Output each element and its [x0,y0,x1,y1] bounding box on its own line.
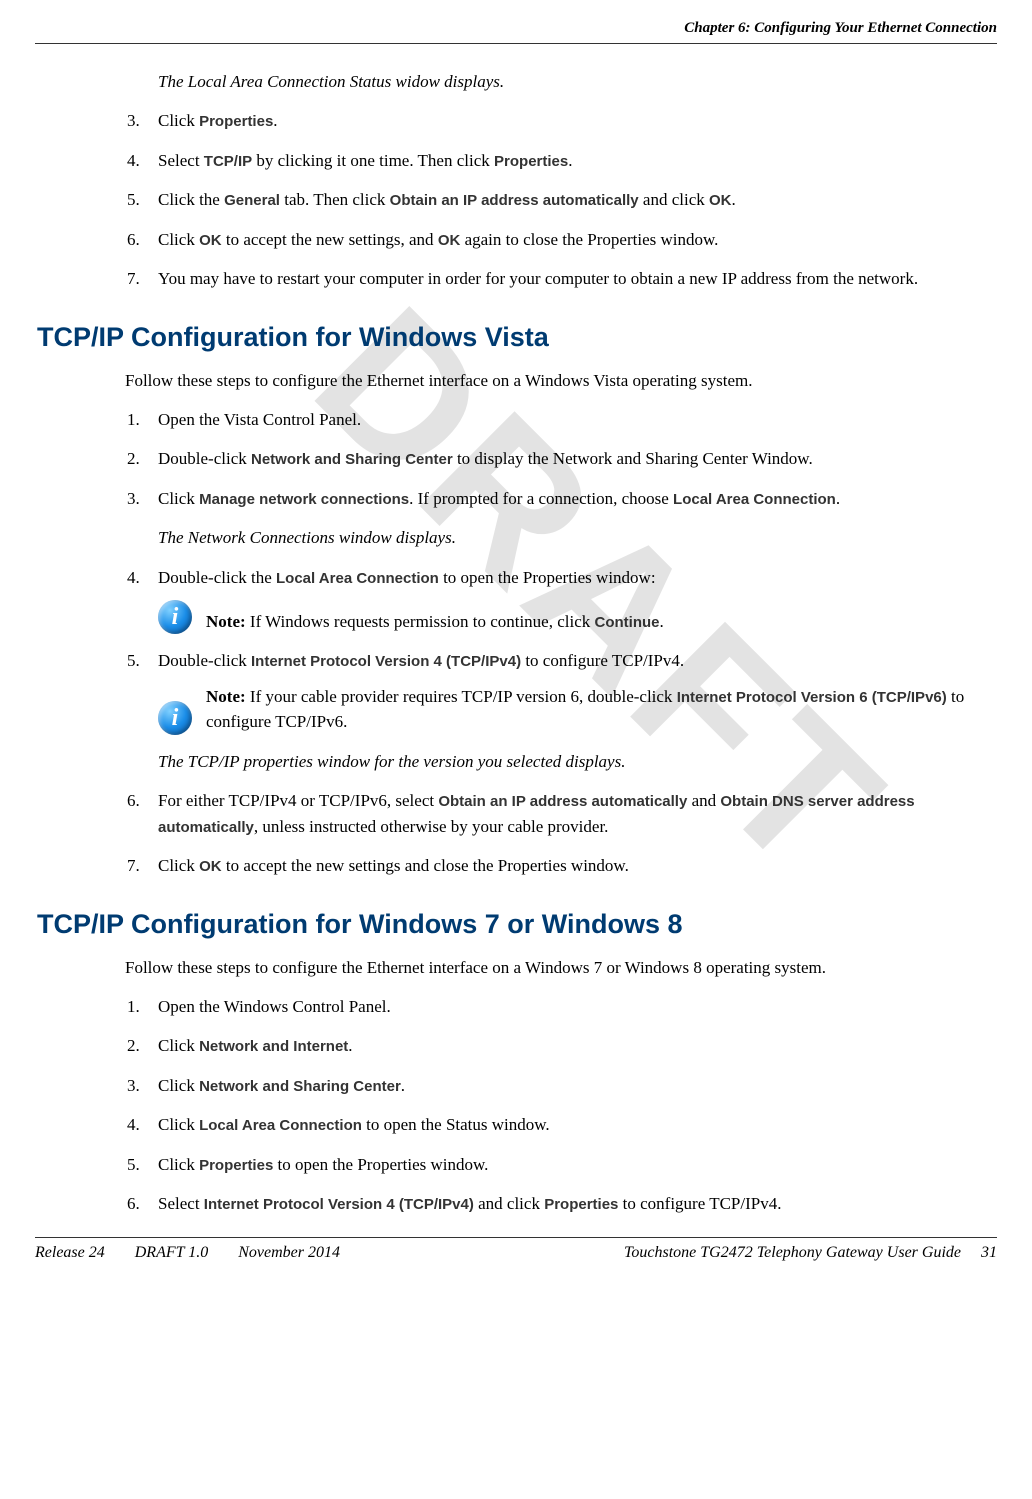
section3-steps: 1. Open the Windows Control Panel. 2. Cl… [125,994,987,1217]
step-item: 5. Click Properties to open the Properti… [158,1152,987,1178]
note-block: i Note: If your cable provider requires … [158,684,987,735]
info-icon: i [158,600,192,634]
step-number: 6. [127,1191,140,1217]
step-item: 4. Click Local Area Connection to open t… [158,1112,987,1138]
section-heading-win78: TCP/IP Configuration for Windows 7 or Wi… [37,909,987,940]
section2-steps: 1. Open the Vista Control Panel. 2. Doub… [125,407,987,879]
step-number: 4. [127,565,140,591]
step-item: 2. Double-click Network and Sharing Cent… [158,446,987,472]
ui-label: OK [199,858,222,875]
ui-label: Network and Sharing Center [251,451,453,468]
footer-release: Release 24 [35,1244,105,1262]
footer-draft: DRAFT 1.0 [135,1244,208,1262]
step-number: 3. [127,108,140,134]
ui-label: TCP/IP [204,153,252,170]
section-heading-vista: TCP/IP Configuration for Windows Vista [37,322,987,353]
step-item: 5. Click the General tab. Then click Obt… [158,187,987,213]
step-number: 7. [127,853,140,879]
ui-label: Obtain an IP address automatically [390,192,639,209]
step-number: 5. [127,648,140,674]
step-item: 1. Open the Windows Control Panel. [158,994,987,1020]
step-number: 1. [127,407,140,433]
step-item: 7. Click OK to accept the new settings a… [158,853,987,879]
sub-note: The Network Connections window displays. [158,525,987,551]
ui-label: Manage network connections [199,491,409,508]
note-label: Note: [206,687,246,706]
ui-label: Network and Sharing Center [199,1078,401,1095]
ui-label: Properties [199,1157,273,1174]
ui-label: Continue [595,614,660,631]
section3-intro: Follow these steps to configure the Ethe… [125,958,987,978]
step-item: 5. Double-click Internet Protocol Versio… [158,648,987,774]
note-label: Note: [206,612,246,631]
status-display-note: The Local Area Connection Status widow d… [125,72,987,92]
section1-steps: 3. Click Properties. 4. Select TCP/IP by… [125,108,987,292]
step-item: 6. For either TCP/IPv4 or TCP/IPv6, sele… [158,788,987,839]
ui-label: Obtain an IP address automatically [438,793,687,810]
step-item: 6. Select Internet Protocol Version 4 (T… [158,1191,987,1217]
step-item: 2. Click Network and Internet. [158,1033,987,1059]
info-icon: i [158,701,192,735]
ui-label: OK [438,232,461,249]
step-number: 3. [127,486,140,512]
ui-label: Internet Protocol Version 4 (TCP/IPv4) [204,1196,474,1213]
ui-label: Internet Protocol Version 4 (TCP/IPv4) [251,653,521,670]
step-item: 4. Select TCP/IP by clicking it one time… [158,148,987,174]
ui-label: Properties [199,113,273,130]
page-header: Chapter 6: Configuring Your Ethernet Con… [35,20,997,44]
step-number: 3. [127,1073,140,1099]
step-item: 3. Click Manage network connections. If … [158,486,987,551]
page-content: The Local Area Connection Status widow d… [35,44,997,1217]
footer-date: November 2014 [238,1244,340,1262]
document-page: Chapter 6: Configuring Your Ethernet Con… [0,0,1032,1277]
step-number: 5. [127,1152,140,1178]
step-number: 2. [127,1033,140,1059]
step-number: 6. [127,227,140,253]
footer-page: 31 [981,1244,997,1262]
ui-label: Internet Protocol Version 6 (TCP/IPv6) [677,689,947,706]
step-item: 3. Click Properties. [158,108,987,134]
step-number: 1. [127,994,140,1020]
ui-label: Local Area Connection [199,1117,362,1134]
ui-label: Properties [544,1196,618,1213]
step-item: 7. You may have to restart your computer… [158,266,987,292]
step-number: 6. [127,788,140,814]
page-footer: Release 24 DRAFT 1.0 November 2014 Touch… [35,1237,997,1262]
sub-note: The TCP/IP properties window for the ver… [158,749,987,775]
step-number: 7. [127,266,140,292]
ui-label: Local Area Connection [276,570,439,587]
step-number: 5. [127,187,140,213]
note-block: i Note: If Windows requests permission t… [158,600,987,634]
ui-label: Local Area Connection [673,491,836,508]
ui-label: Properties [494,153,568,170]
step-item: 3. Click Network and Sharing Center. [158,1073,987,1099]
step-number: 2. [127,446,140,472]
ui-label: Network and Internet [199,1038,348,1055]
ui-label: OK [709,192,732,209]
step-item: 4. Double-click the Local Area Connectio… [158,565,987,635]
footer-title: Touchstone TG2472 Telephony Gateway User… [624,1244,961,1262]
step-item: 6. Click OK to accept the new settings, … [158,227,987,253]
step-number: 4. [127,1112,140,1138]
ui-label: OK [199,232,222,249]
ui-label: General [224,192,280,209]
step-item: 1. Open the Vista Control Panel. [158,407,987,433]
section2-intro: Follow these steps to configure the Ethe… [125,371,987,391]
step-number: 4. [127,148,140,174]
